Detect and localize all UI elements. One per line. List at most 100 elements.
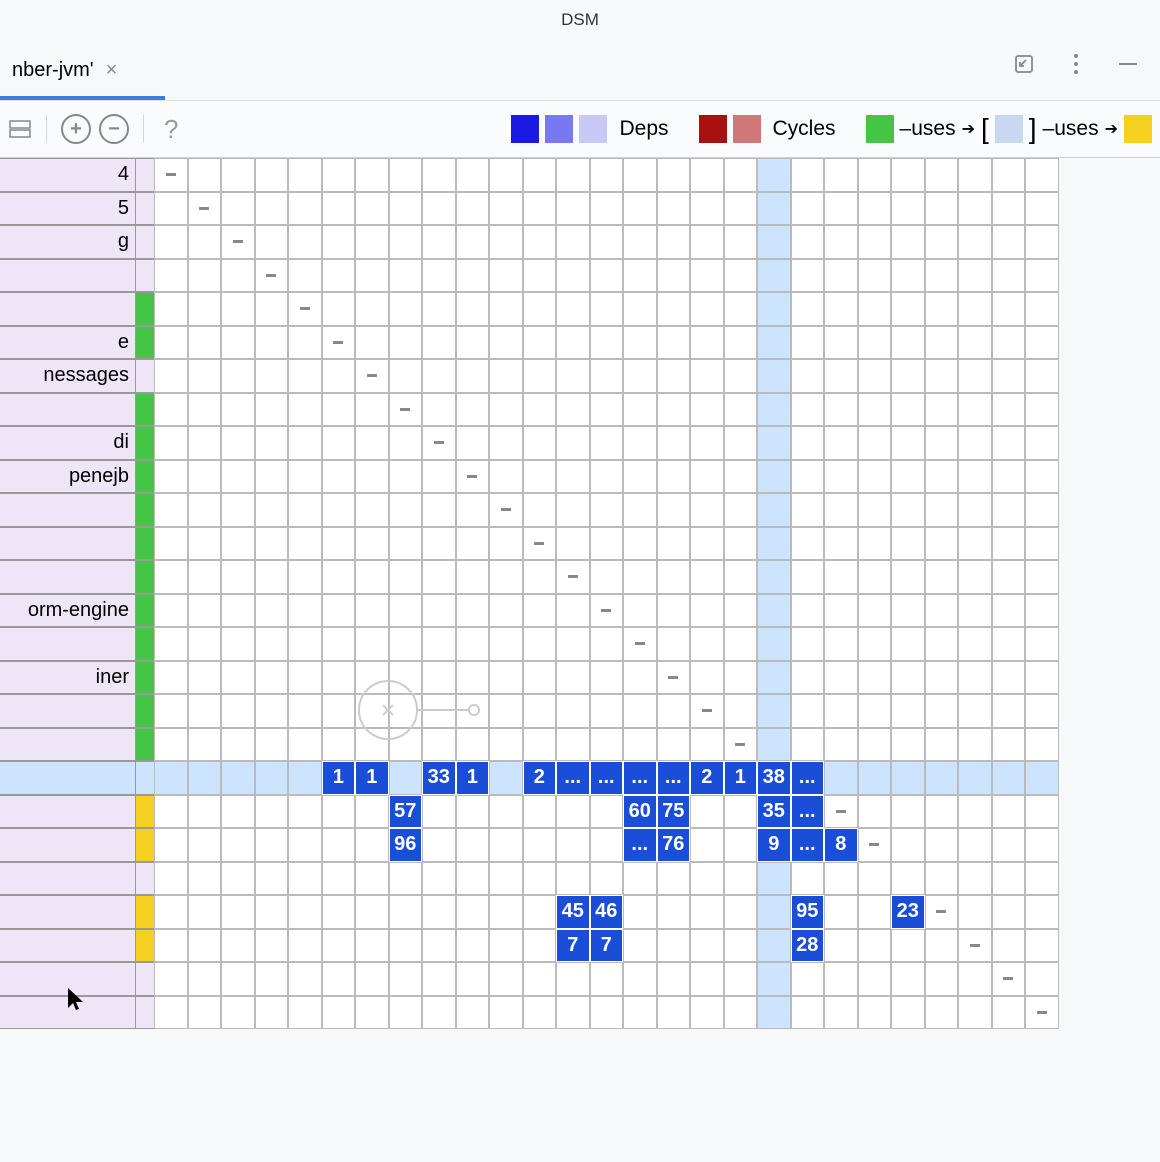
matrix-cell[interactable] xyxy=(188,393,222,427)
layout-icon[interactable] xyxy=(8,117,32,141)
matrix-cell[interactable] xyxy=(925,326,959,360)
matrix-cell[interactable] xyxy=(188,728,222,762)
matrix-cell[interactable] xyxy=(925,661,959,695)
matrix-cell[interactable] xyxy=(456,862,490,896)
matrix-cell[interactable] xyxy=(992,560,1026,594)
matrix-cell[interactable] xyxy=(255,527,289,561)
matrix-cell[interactable] xyxy=(1025,292,1059,326)
matrix-cell[interactable] xyxy=(489,862,523,896)
matrix-cell[interactable] xyxy=(188,627,222,661)
matrix-cell[interactable] xyxy=(858,393,892,427)
matrix-cell[interactable] xyxy=(657,393,691,427)
matrix-cell[interactable] xyxy=(389,728,423,762)
matrix-cell[interactable] xyxy=(623,225,657,259)
matrix-cell[interactable] xyxy=(523,192,557,226)
matrix-cell[interactable] xyxy=(322,493,356,527)
row-header[interactable]: di xyxy=(0,426,136,460)
matrix-cell[interactable] xyxy=(690,929,724,963)
matrix-cell[interactable] xyxy=(757,460,791,494)
editor-tab[interactable]: nber-jvm' × xyxy=(0,51,129,90)
matrix-cell[interactable] xyxy=(389,158,423,192)
matrix-cell[interactable] xyxy=(791,962,825,996)
row-header[interactable] xyxy=(0,895,136,929)
matrix-cell[interactable] xyxy=(858,795,892,829)
row-header[interactable] xyxy=(0,493,136,527)
matrix-cell[interactable] xyxy=(389,962,423,996)
matrix-cell[interactable]: 33 xyxy=(422,761,456,795)
matrix-cell[interactable] xyxy=(657,192,691,226)
matrix-cell[interactable] xyxy=(255,962,289,996)
matrix-cell[interactable] xyxy=(288,460,322,494)
matrix-cell[interactable] xyxy=(422,158,456,192)
matrix-cell[interactable] xyxy=(791,862,825,896)
matrix-cell[interactable] xyxy=(623,728,657,762)
matrix-cell[interactable] xyxy=(255,225,289,259)
matrix-cell[interactable] xyxy=(188,828,222,862)
matrix-cell[interactable] xyxy=(523,527,557,561)
matrix-cell[interactable]: 1 xyxy=(355,761,389,795)
matrix-cell[interactable] xyxy=(422,493,456,527)
matrix-cell[interactable] xyxy=(590,594,624,628)
matrix-cell[interactable] xyxy=(489,493,523,527)
matrix-cell[interactable] xyxy=(858,996,892,1030)
matrix-cell[interactable] xyxy=(255,828,289,862)
matrix-cell[interactable] xyxy=(456,728,490,762)
matrix-cell[interactable] xyxy=(657,862,691,896)
matrix-cell[interactable] xyxy=(556,795,590,829)
row-header[interactable]: e xyxy=(0,326,136,360)
matrix-cell[interactable] xyxy=(824,962,858,996)
matrix-cell[interactable] xyxy=(958,426,992,460)
matrix-cell[interactable] xyxy=(188,862,222,896)
matrix-cell[interactable] xyxy=(1025,225,1059,259)
matrix-cell[interactable] xyxy=(523,259,557,293)
matrix-cell[interactable] xyxy=(925,828,959,862)
matrix-cell[interactable] xyxy=(1025,493,1059,527)
matrix-cell[interactable] xyxy=(925,359,959,393)
matrix-cell[interactable] xyxy=(389,594,423,628)
matrix-cell[interactable] xyxy=(891,594,925,628)
matrix-cell[interactable] xyxy=(1025,426,1059,460)
matrix-cell[interactable] xyxy=(958,225,992,259)
matrix-cell[interactable] xyxy=(389,292,423,326)
matrix-cell[interactable] xyxy=(255,862,289,896)
matrix-cell[interactable] xyxy=(824,527,858,561)
matrix-cell[interactable] xyxy=(590,192,624,226)
matrix-cell[interactable] xyxy=(221,728,255,762)
row-header[interactable]: iner xyxy=(0,661,136,695)
matrix-cell[interactable] xyxy=(657,627,691,661)
matrix-cell[interactable] xyxy=(891,426,925,460)
matrix-cell[interactable] xyxy=(489,225,523,259)
matrix-cell[interactable] xyxy=(422,962,456,996)
matrix-cell[interactable]: 45 xyxy=(556,895,590,929)
matrix-cell[interactable] xyxy=(958,627,992,661)
matrix-cell[interactable] xyxy=(690,460,724,494)
matrix-cell[interactable] xyxy=(858,527,892,561)
matrix-cell[interactable] xyxy=(322,996,356,1030)
matrix-cell[interactable] xyxy=(389,560,423,594)
matrix-cell[interactable] xyxy=(489,962,523,996)
matrix-cell[interactable] xyxy=(489,929,523,963)
matrix-cell[interactable] xyxy=(523,828,557,862)
matrix-cell[interactable] xyxy=(489,761,523,795)
matrix-cell[interactable] xyxy=(623,694,657,728)
matrix-cell[interactable] xyxy=(992,627,1026,661)
matrix-cell[interactable] xyxy=(690,259,724,293)
matrix-cell[interactable] xyxy=(255,426,289,460)
matrix-cell[interactable] xyxy=(824,393,858,427)
matrix-cell[interactable] xyxy=(724,493,758,527)
matrix-cell[interactable] xyxy=(623,661,657,695)
matrix-cell[interactable] xyxy=(690,627,724,661)
matrix-cell[interactable] xyxy=(824,627,858,661)
matrix-cell[interactable] xyxy=(556,996,590,1030)
matrix-cell[interactable]: 1 xyxy=(724,761,758,795)
matrix-cell[interactable] xyxy=(355,962,389,996)
matrix-cell[interactable] xyxy=(824,158,858,192)
matrix-cell[interactable] xyxy=(925,560,959,594)
matrix-cell[interactable] xyxy=(757,560,791,594)
matrix-cell[interactable] xyxy=(188,996,222,1030)
matrix-cell[interactable] xyxy=(556,426,590,460)
matrix-cell[interactable] xyxy=(623,292,657,326)
matrix-cell[interactable] xyxy=(824,225,858,259)
matrix-cell[interactable] xyxy=(355,560,389,594)
matrix-cell[interactable] xyxy=(724,326,758,360)
